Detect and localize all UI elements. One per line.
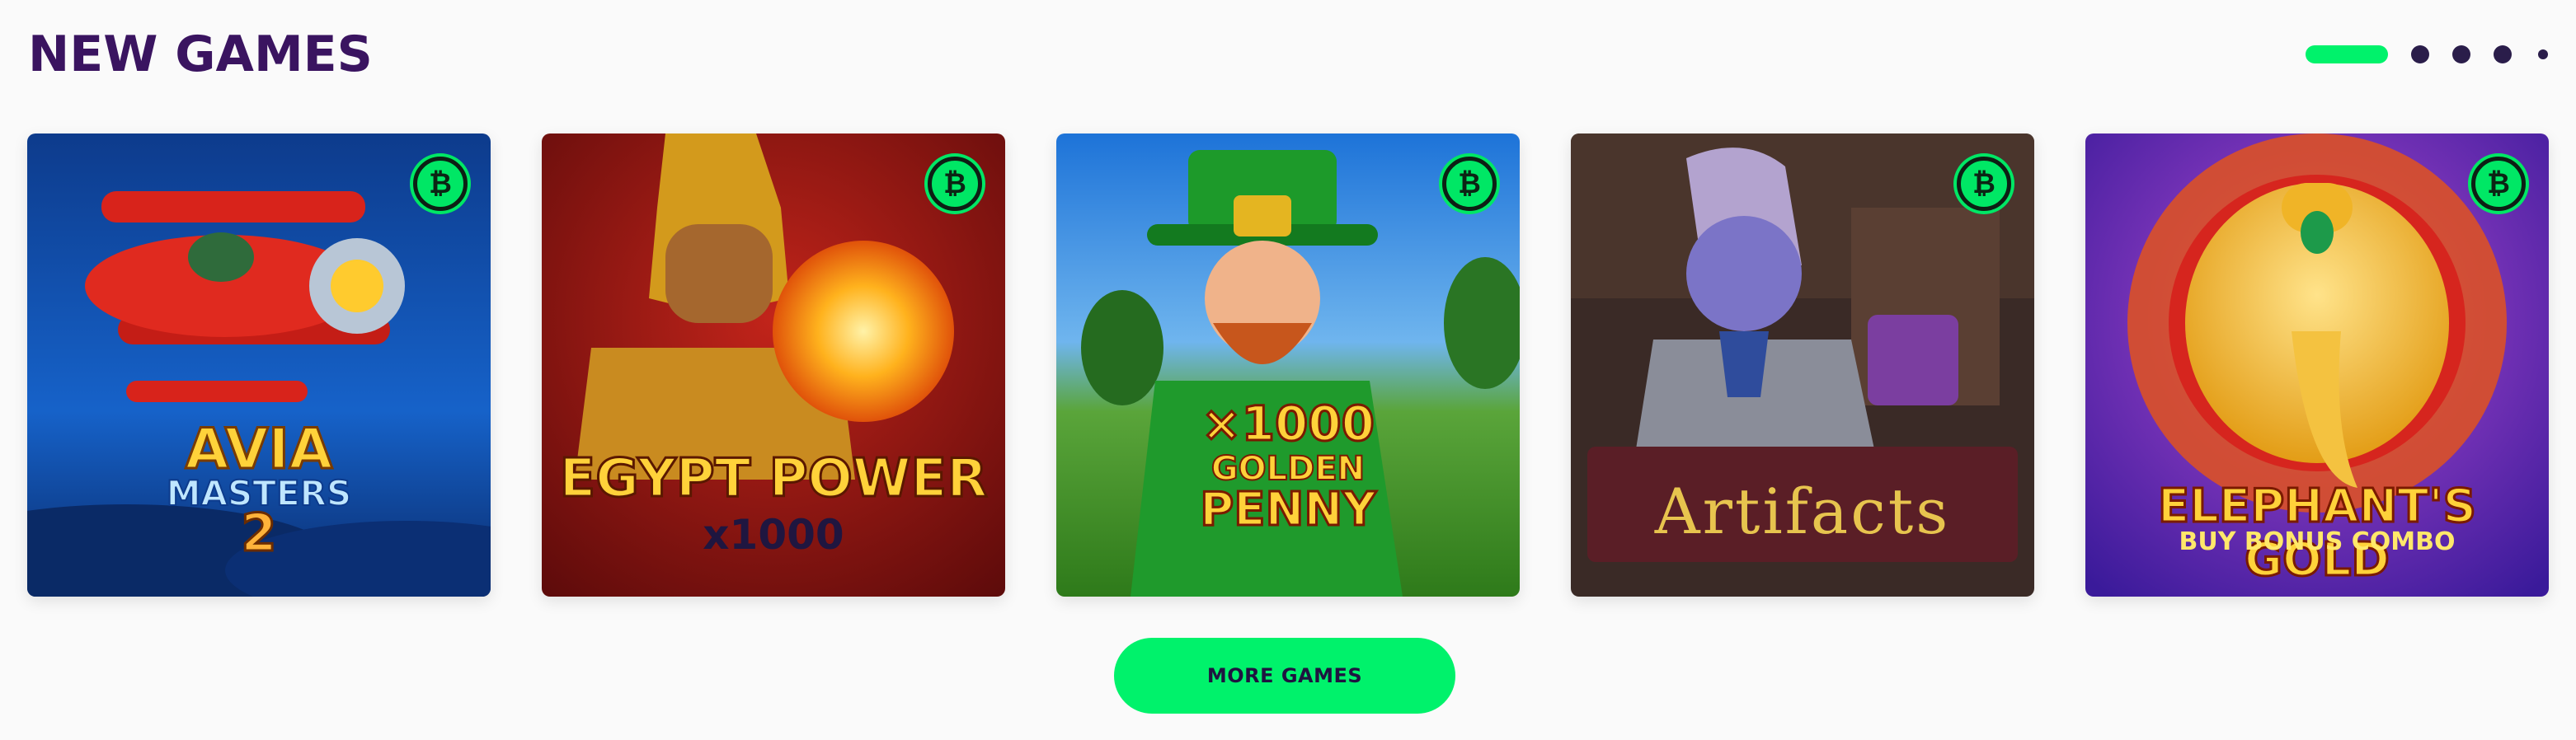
bitcoin-icon: ₿ [928,157,982,211]
game-title-line-2: BUY BONUS COMBO [2179,527,2456,556]
game-card-egypt-power[interactable]: EGYPT POWER x1000 ₿ [542,133,1005,597]
game-carousel: AVIA MASTERS 2 ₿ EGYPT POWER x1000 ₿ ×10… [27,133,2549,597]
pager-dot-2[interactable] [2411,45,2429,63]
game-card-artifacts[interactable]: Artifacts ₿ [1571,133,2034,597]
game-title-line-3: PENNY [1199,482,1378,538]
game-card-golden-penny[interactable]: ×1000 GOLDEN PENNY ₿ [1056,133,1520,597]
section-header: NEW GAMES [28,20,2548,89]
game-title-line-2: x1000 [703,511,844,559]
bitcoin-icon: ₿ [1442,157,1497,211]
game-card-elephants-gold[interactable]: ELEPHANT'S GOLD BUY BONUS COMBO ₿ [2085,133,2549,597]
more-games-button[interactable]: MORE GAMES [1114,638,1455,714]
game-title-line-1: EGYPT POWER [558,447,989,511]
game-title-line-3: 2 [240,502,278,564]
pager-dot-3[interactable] [2452,45,2470,63]
bitcoin-icon: ₿ [1957,157,2011,211]
pager-dot-5[interactable] [2538,49,2548,59]
pager-dot-1[interactable] [2306,45,2388,63]
game-card-avia-masters-2[interactable]: AVIA MASTERS 2 ₿ [27,133,491,597]
carousel-pager [2306,45,2548,63]
bitcoin-icon: ₿ [413,157,468,211]
section-title: NEW GAMES [28,26,373,83]
bitcoin-icon: ₿ [2471,157,2526,211]
game-title-line-1: Artifacts [1654,475,1951,548]
game-title-line-1: ×1000 [1200,395,1375,453]
pager-dot-4[interactable] [2494,45,2512,63]
